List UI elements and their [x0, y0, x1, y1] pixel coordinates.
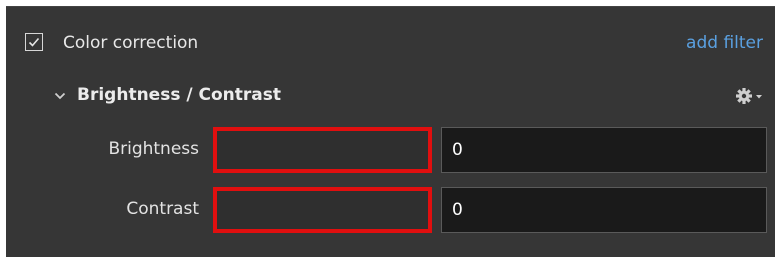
filter-header: Color correction add filter — [6, 7, 775, 79]
add-filter-link[interactable]: add filter — [686, 33, 763, 53]
brightness-value-input[interactable]: 0 — [441, 127, 767, 173]
contrast-slider[interactable] — [213, 187, 432, 233]
filter-name-label: Color correction — [63, 33, 199, 53]
param-label: Contrast — [126, 199, 199, 219]
contrast-value-input[interactable]: 0 — [441, 187, 767, 233]
dropdown-caret-icon — [756, 95, 762, 99]
param-row-brightness: Brightness 0 — [6, 127, 775, 173]
checkmark-icon — [28, 37, 40, 47]
gear-icon[interactable] — [735, 87, 765, 105]
param-label: Brightness — [108, 139, 199, 159]
param-row-contrast: Contrast 0 — [6, 187, 775, 233]
section-header-brightness-contrast[interactable]: Brightness / Contrast — [6, 75, 775, 113]
section-title: Brightness / Contrast — [77, 85, 281, 105]
filter-enabled-checkbox[interactable] — [25, 33, 43, 51]
filter-panel: Color correction add filter Brightness /… — [6, 6, 775, 257]
chevron-down-icon[interactable] — [54, 91, 66, 101]
brightness-slider[interactable] — [213, 127, 432, 173]
